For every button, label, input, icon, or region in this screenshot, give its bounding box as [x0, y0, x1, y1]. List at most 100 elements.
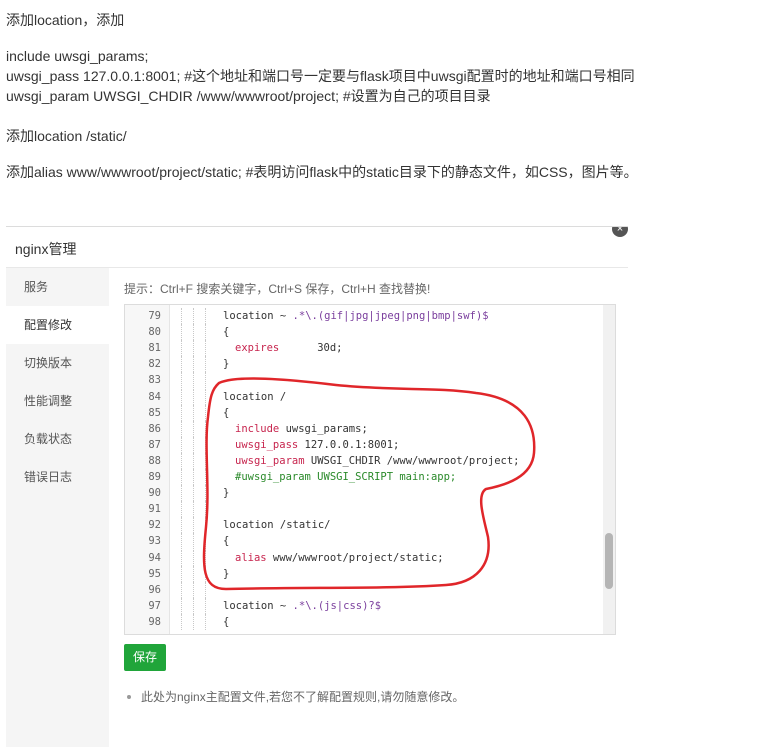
code-token: location /static/	[223, 519, 331, 532]
indent-guide	[193, 485, 194, 502]
indent-guide	[181, 597, 182, 614]
code-line[interactable]: 79 location ~ .*\.(gif|jpg|jpeg|png|bmp|s…	[125, 308, 601, 324]
code-line[interactable]: 93 {	[125, 533, 601, 550]
indent-guide	[205, 308, 206, 324]
code-token: }	[223, 358, 230, 371]
line-number: 85	[148, 406, 161, 419]
indent-guide	[205, 597, 206, 614]
editor-scrollbar[interactable]	[603, 305, 615, 634]
code-text: #uwsgi_param UWSGI_SCRIPT main:app;	[235, 469, 456, 485]
code-text: }	[223, 566, 229, 582]
config-note-text: 此处为nginx主配置文件,若您不了解配置规则,请勿随意修改。	[141, 690, 465, 704]
indent-guide	[193, 372, 194, 389]
indent-guide	[205, 356, 206, 373]
line-number: 90	[148, 487, 161, 500]
code-line[interactable]: 88 uwsgi_param UWSGI_CHDIR /www/wwwroot/p…	[125, 452, 601, 469]
code-line[interactable]: 92 location /static/	[125, 517, 601, 534]
indent-guide	[205, 372, 206, 389]
sidebar-item-version[interactable]: 切换版本	[6, 344, 109, 382]
code-text: location ~ .*\.(gif|jpg|jpeg|png|bmp|swf…	[223, 308, 489, 324]
indent-guide	[193, 533, 194, 550]
indent-guide	[205, 436, 206, 453]
indent-guide	[193, 597, 194, 614]
indent-guide	[193, 308, 194, 324]
indent-guide	[181, 533, 182, 550]
indent-guide	[181, 517, 182, 534]
line-number: 94	[148, 551, 161, 564]
code-token: .*\.(js|css)?$	[292, 599, 382, 612]
code-line[interactable]: 83	[125, 372, 601, 389]
indent-guide	[181, 549, 182, 566]
indent-guide	[193, 404, 194, 421]
article-para-3: 添加location /static/	[6, 128, 127, 144]
code-text: include uwsgi_params;	[235, 421, 368, 437]
editor-hint: 提示：Ctrl+F 搜索关键字，Ctrl+S 保存，Ctrl+H 查找替换!	[124, 282, 431, 296]
code-token: .*\.(gif|jpg|jpeg|png|bmp|swf)$	[292, 310, 489, 322]
code-text: location /static/	[223, 517, 330, 533]
code-token: }	[223, 567, 230, 580]
code-editor[interactable]: 79 location ~ .*\.(gif|jpg|jpeg|png|bmp|s…	[124, 304, 616, 635]
code-line[interactable]: 82}	[125, 356, 601, 373]
indent-guide	[181, 372, 182, 389]
line-number: 98	[148, 615, 161, 628]
indent-guide	[181, 565, 182, 582]
indent-guide	[193, 469, 194, 485]
config-note: 此处为nginx主配置文件,若您不了解配置规则,请勿随意修改。	[124, 688, 464, 705]
sidebar-item-performance[interactable]: 性能调整	[6, 382, 109, 420]
code-line[interactable]: 86 include uwsgi_params;	[125, 420, 601, 437]
save-button[interactable]: 保存	[124, 644, 166, 671]
article-para-4: 添加alias www/wwwroot/project/static; #表明访…	[6, 164, 638, 180]
code-line[interactable]: 95}	[125, 565, 601, 582]
article-para-2: include uwsgi_params; uwsgi_pass 127.0.0…	[6, 46, 635, 106]
code-text: }	[223, 485, 229, 501]
indent-guide	[181, 388, 182, 405]
indent-guide	[181, 469, 182, 485]
code-text: uwsgi_pass 127.0.0.1:8001;	[235, 437, 399, 453]
code-line[interactable]: 97 location ~ .*\.(js|css)?$	[125, 597, 601, 614]
line-number: 81	[148, 342, 161, 355]
code-token: {	[223, 406, 230, 419]
code-line[interactable]: 89 #uwsgi_param UWSGI_SCRIPT main:app;	[125, 469, 601, 485]
indent-guide	[181, 420, 182, 437]
code-token: location ~	[223, 310, 293, 322]
sidebar-item-load-status[interactable]: 负载状态	[6, 420, 109, 458]
code-line[interactable]: 90}	[125, 485, 601, 502]
line-number: 93	[148, 535, 161, 548]
code-line[interactable]: 80 {	[125, 324, 601, 341]
indent-guide	[205, 420, 206, 437]
indent-guide	[205, 324, 206, 341]
code-line[interactable]: 98 {	[125, 613, 601, 630]
sidebar-item-service[interactable]: 服务	[6, 268, 109, 306]
config-content: 提示：Ctrl+F 搜索关键字，Ctrl+S 保存，Ctrl+H 查找替换! 7…	[109, 268, 628, 747]
line-number: 91	[148, 503, 161, 516]
code-text: }	[223, 356, 229, 372]
sidebar-item-error-log[interactable]: 错误日志	[6, 458, 109, 496]
indent-guide	[193, 356, 194, 373]
code-line[interactable]: 94 alias www/wwwroot/project/static;	[125, 549, 601, 566]
code-line[interactable]: 91	[125, 501, 601, 518]
code-token: #uwsgi_param UWSGI_SCRIPT main:app;	[235, 471, 457, 483]
code-text: {	[223, 614, 229, 630]
indent-guide	[205, 549, 206, 566]
indent-guide	[181, 485, 182, 502]
indent-guide	[205, 469, 206, 485]
scroll-thumb[interactable]	[605, 533, 613, 589]
code-line[interactable]: 85 {	[125, 404, 601, 421]
code-line[interactable]: 96	[125, 581, 601, 598]
indent-guide	[181, 324, 182, 341]
indent-guide	[205, 404, 206, 421]
line-number: 84	[148, 390, 161, 403]
indent-guide	[181, 452, 182, 469]
indent-guide	[181, 613, 182, 630]
code-line[interactable]: 84 location /	[125, 388, 601, 405]
code-line[interactable]: 87 uwsgi_pass 127.0.0.1:8001;	[125, 436, 601, 453]
indent-guide	[193, 324, 194, 341]
code-line[interactable]: 81 expires 30d;	[125, 340, 601, 357]
indent-guide	[181, 308, 182, 324]
indent-guide	[193, 452, 194, 469]
indent-guide	[181, 404, 182, 421]
line-number: 79	[148, 310, 161, 322]
sidebar-item-config[interactable]: 配置修改	[6, 306, 109, 344]
line-number: 82	[148, 358, 161, 371]
code-token: UWSGI_CHDIR /www/wwwroot/project;	[304, 454, 520, 467]
